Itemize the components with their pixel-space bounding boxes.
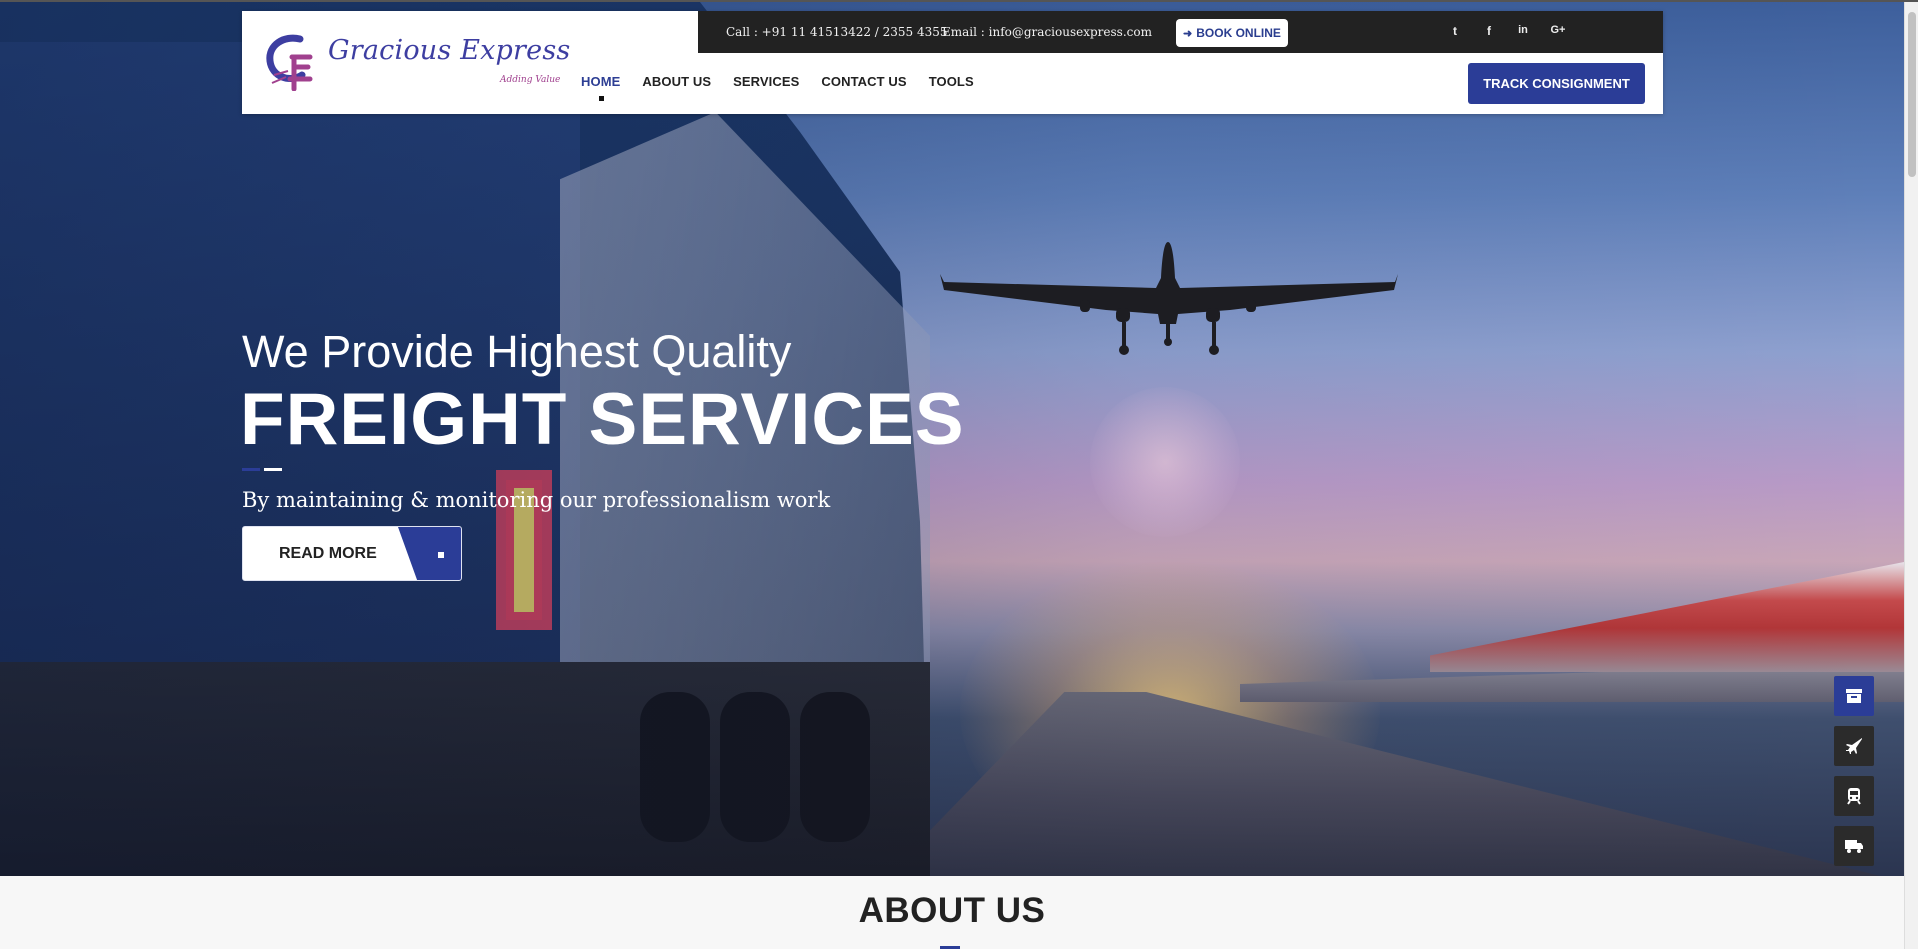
hero-subtitle: We Provide Highest Quality [242, 326, 792, 377]
nav-item-home[interactable]: HOME [581, 74, 620, 101]
nav-item-services[interactable]: SERVICES [733, 74, 799, 89]
hero-description: By maintaining & monitoring our professi… [242, 488, 831, 512]
google-plus-icon[interactable]: G+ [1549, 24, 1567, 36]
book-online-label: BOOK ONLINE [1196, 26, 1281, 40]
page-scrollbar[interactable] [1904, 2, 1918, 949]
read-more-dot-icon [438, 552, 444, 558]
call-info[interactable]: Call : +91 11 41513422 / 2355 4355 [726, 25, 948, 39]
airplane-image [940, 242, 1398, 355]
contact-topbar: Call : +91 11 41513422 / 2355 4355 Email… [698, 11, 1663, 53]
hero-divider [242, 468, 282, 471]
site-header: Gracious Express Adding Value Call : +91… [242, 11, 1663, 114]
package-icon[interactable] [1834, 676, 1874, 716]
window-top-border [0, 0, 1918, 2]
brand-name: Gracious Express [328, 35, 571, 66]
plane-icon[interactable] [1834, 726, 1874, 766]
read-more-button[interactable]: READ MORE [242, 526, 462, 581]
scrollbar-thumb[interactable] [1908, 12, 1916, 177]
linkedin-icon[interactable]: in [1514, 24, 1532, 36]
read-more-accent [398, 527, 461, 580]
brand-tagline: Adding Value [500, 75, 561, 85]
book-online-button[interactable]: ➜ BOOK ONLINE [1176, 19, 1288, 47]
nav-item-tools[interactable]: TOOLS [929, 74, 974, 89]
facebook-icon[interactable]: f [1480, 24, 1498, 38]
track-consignment-button[interactable]: TRACK CONSIGNMENT [1468, 63, 1645, 104]
nav-item-about-us[interactable]: ABOUT US [642, 74, 711, 89]
email-info[interactable]: Email : info@graciousexpress.com [942, 25, 1152, 39]
main-nav: HOME ABOUT US SERVICES CONTACT US TOOLS [581, 74, 996, 101]
nav-item-contact-us[interactable]: CONTACT US [821, 74, 906, 89]
truck-icon[interactable] [1834, 826, 1874, 866]
brand-logo[interactable]: Gracious Express Adding Value [264, 31, 570, 101]
about-section: ABOUT US [0, 876, 1904, 949]
logo-mark-icon [266, 34, 313, 91]
sign-in-icon: ➜ [1183, 27, 1193, 40]
about-title: ABOUT US [858, 891, 1046, 930]
train-icon[interactable] [1834, 776, 1874, 816]
read-more-label: READ MORE [279, 545, 377, 562]
twitter-icon[interactable]: t [1446, 24, 1464, 38]
hero-title: FREIGHT SERVICES [240, 379, 965, 460]
